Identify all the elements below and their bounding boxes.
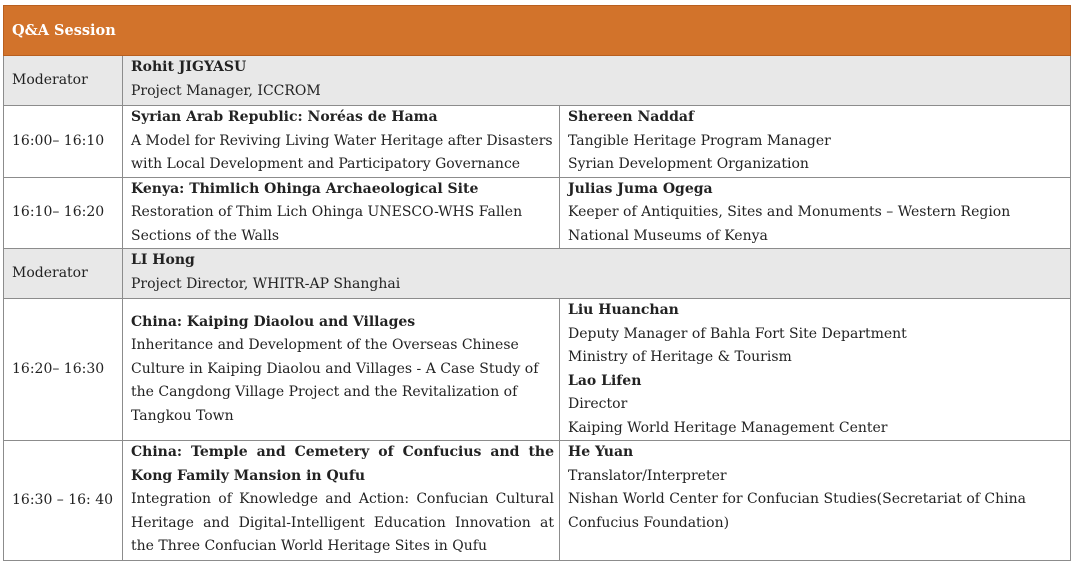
speaker-name: Liu Huanchan	[568, 302, 679, 318]
header-row: Q&A Session	[2, 5, 1072, 56]
speaker-org: Syrian Development Organization	[568, 156, 809, 172]
speaker-role: Translator/Interpreter	[568, 467, 727, 484]
speaker-cell: Julias Juma Ogega Keeper of Antiquities,…	[558, 176, 1072, 249]
time-slot: 16:30 – 16: 40	[3, 440, 123, 561]
talk-description: Restoration of Thim Lich Ohinga UNESCO-W…	[131, 204, 523, 244]
speaker-org: Ministry of Heritage & Tourism	[568, 349, 792, 365]
table-row: 16:30 – 16: 40 China: Temple and Cemeter…	[3, 440, 1072, 561]
speaker-name: Shereen Naddaf	[568, 109, 694, 125]
talk-description: Integration of Knowledge and Action: Con…	[131, 491, 554, 554]
time-slot: 16:10– 16:20	[3, 176, 123, 249]
talk-title: China: Temple and Cemetery of Confucius …	[131, 444, 554, 484]
speaker-org: Kaiping World Heritage Management Center	[568, 419, 888, 436]
speaker-name: Lao Lifen	[568, 372, 642, 389]
speaker-role: Deputy Manager of Bahla Fort Site Depart…	[568, 325, 907, 342]
section-title: Q&A Session	[2, 5, 1072, 56]
time-slot: 16:20– 16:30	[3, 298, 123, 441]
moderator-role: Project Manager, ICCROM	[131, 82, 321, 99]
speaker-org: Nishan World Center for Confucian Studie…	[568, 491, 1026, 531]
speaker-cell: Liu Huanchan Deputy Manager of Bahla For…	[558, 298, 1072, 441]
talk-cell: China: Kaiping Diaolou and Villages Inhe…	[122, 298, 560, 441]
moderator-row: Moderator Rohit JIGYASU Project Manager,…	[3, 55, 1072, 106]
time-slot: 16:00– 16:10	[3, 105, 123, 178]
talk-description: Inheritance and Development of the Overs…	[131, 337, 539, 424]
qa-session-table: Q&A Session Moderator Rohit JIGYASU Proj…	[2, 5, 1072, 561]
moderator-cell: Rohit JIGYASU Project Manager, ICCROM	[121, 55, 1072, 106]
speaker-org: National Museums of Kenya	[568, 227, 768, 244]
talk-title: Kenya: Thimlich Ohinga Archaeological Si…	[131, 180, 479, 197]
moderator-role: Project Director, WHITR-AP Shanghai	[131, 275, 401, 292]
speaker-cell: Shereen Naddaf Tangible Heritage Program…	[558, 105, 1072, 178]
speaker-role: Tangible Heritage Program Manager	[568, 132, 831, 149]
moderator-cell: LI Hong Project Director, WHITR-AP Shang…	[121, 248, 1072, 299]
speaker-name: He Yuan	[568, 444, 634, 460]
talk-title: China: Kaiping Diaolou and Villages	[131, 313, 416, 330]
speaker-role: Keeper of Antiquities, Sites and Monumen…	[568, 204, 1011, 220]
moderator-label: Moderator	[3, 248, 123, 299]
moderator-name: Rohit JIGYASU	[131, 59, 247, 75]
speaker-name: Julias Juma Ogega	[568, 180, 713, 197]
table-row: 16:00– 16:10 Syrian Arab Republic: Noréa…	[3, 105, 1072, 178]
table-row: 16:10– 16:20 Kenya: Thimlich Ohinga Arch…	[3, 176, 1072, 249]
speaker-cell: He Yuan Translator/Interpreter Nishan Wo…	[558, 440, 1072, 561]
speaker-role: Director	[568, 396, 628, 412]
table-row: 16:20– 16:30 China: Kaiping Diaolou and …	[3, 298, 1072, 441]
talk-cell: Kenya: Thimlich Ohinga Archaeological Si…	[122, 176, 560, 249]
moderator-label: Moderator	[3, 55, 123, 106]
talk-title: Syrian Arab Republic: Noréas de Hama	[131, 109, 438, 125]
moderator-name: LI Hong	[131, 252, 195, 268]
talk-cell: China: Temple and Cemetery of Confucius …	[122, 440, 560, 561]
talk-cell: Syrian Arab Republic: Noréas de Hama A M…	[122, 105, 560, 178]
talk-description: A Model for Reviving Living Water Herita…	[131, 132, 553, 173]
moderator-row: Moderator LI Hong Project Director, WHIT…	[3, 248, 1072, 299]
